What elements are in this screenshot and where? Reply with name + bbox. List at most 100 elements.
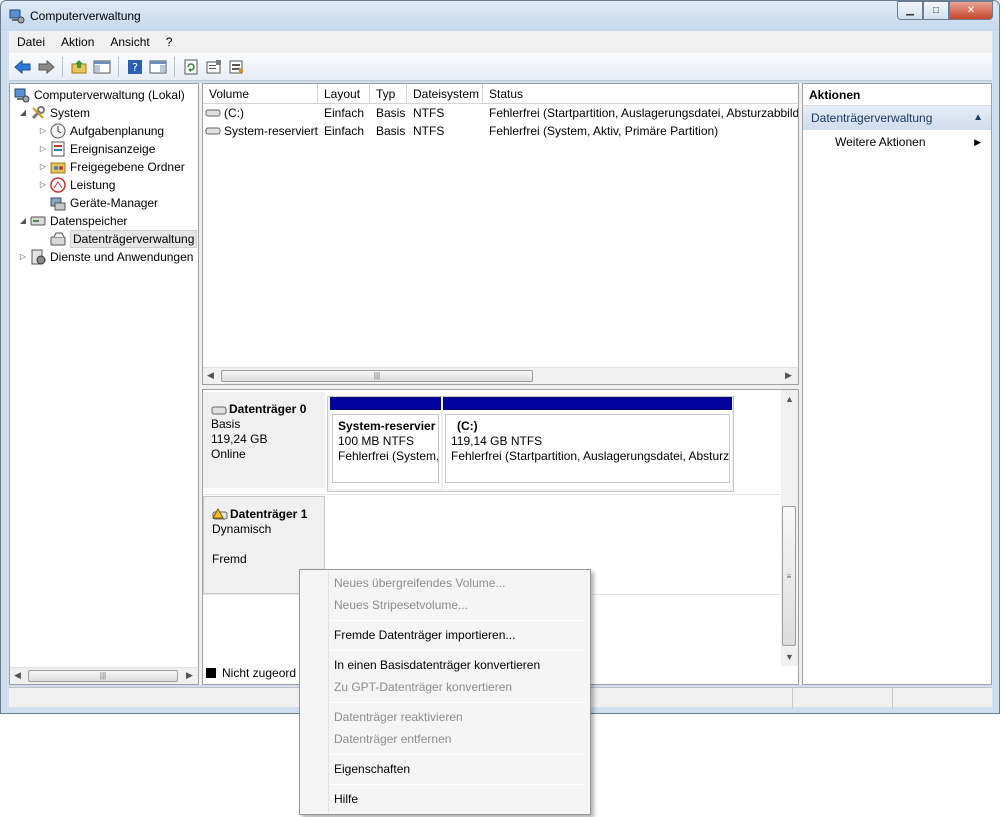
- menu-item-remove-disk[interactable]: Datenträger entfernen: [302, 729, 588, 749]
- action-more-actions[interactable]: Weitere Aktionen ▶: [803, 130, 991, 154]
- column-header-volume[interactable]: Volume: [203, 84, 318, 104]
- column-header-layout[interactable]: Layout: [318, 84, 370, 104]
- collapsed-triangle-icon[interactable]: ▷: [38, 176, 48, 194]
- scroll-right-arrow-icon[interactable]: ▶: [785, 370, 792, 381]
- back-button[interactable]: [13, 57, 33, 77]
- tree-item-label: Leistung: [70, 178, 116, 192]
- drive-icon: [205, 109, 221, 117]
- scrollbar-thumb[interactable]: |||: [28, 670, 178, 682]
- action-pane-toggle-button[interactable]: [148, 57, 168, 77]
- menu-aktion[interactable]: Aktion: [53, 31, 102, 53]
- scroll-right-arrow-icon[interactable]: ▶: [186, 670, 193, 681]
- menu-item-properties[interactable]: Eigenschaften: [302, 759, 588, 779]
- volume-name: (C:): [224, 106, 244, 120]
- close-button[interactable]: ✕: [949, 1, 993, 20]
- export-icon: [229, 60, 244, 74]
- actions-group-disk-management[interactable]: Datenträgerverwaltung ▲: [803, 106, 991, 130]
- minimize-button[interactable]: ▁: [897, 1, 923, 20]
- tree-item-shared-folders[interactable]: ▷ Freigegebene Ordner: [38, 158, 185, 176]
- menu-item-reactivate-disk[interactable]: Datenträger reaktivieren: [302, 707, 588, 727]
- collapsed-triangle-icon[interactable]: ▷: [38, 122, 48, 140]
- tree-item-services-applications[interactable]: ▷ Dienste und Anwendungen: [18, 248, 193, 266]
- services-icon: [30, 249, 46, 265]
- expanded-triangle-icon[interactable]: ◢: [18, 212, 28, 230]
- menu-help[interactable]: ?: [158, 31, 181, 53]
- column-header-type[interactable]: Typ: [370, 84, 407, 104]
- up-button[interactable]: [69, 57, 89, 77]
- disk-legend: Nicht zugeord: [202, 663, 296, 683]
- tree-item-performance[interactable]: ▷ Leistung: [38, 176, 115, 194]
- disk-type: Basis: [211, 417, 241, 431]
- tree-horizontal-scrollbar[interactable]: ◀ ||| ▶: [10, 667, 198, 684]
- tree-item-task-scheduler[interactable]: ▷ Aufgabenplanung: [38, 122, 164, 140]
- menu-separator: [330, 754, 586, 755]
- scrollbar-thumb[interactable]: ≡: [782, 506, 796, 646]
- disk-icon: [211, 406, 227, 414]
- maximize-button[interactable]: □: [923, 1, 949, 20]
- menu-separator: [330, 620, 586, 621]
- tree-item-system[interactable]: ◢ System: [18, 104, 90, 122]
- scrollbar-thumb[interactable]: |||: [221, 370, 533, 382]
- collapsed-triangle-icon[interactable]: ▷: [38, 158, 48, 176]
- show-hide-console-tree-icon: [93, 60, 111, 73]
- menu-item-import-foreign-disks[interactable]: Fremde Datenträger importieren...: [302, 625, 588, 645]
- collapsed-triangle-icon[interactable]: ▷: [38, 140, 48, 158]
- collapsed-triangle-icon[interactable]: ▷: [18, 248, 28, 266]
- disk-type: Dynamisch: [212, 522, 272, 536]
- scroll-left-arrow-icon[interactable]: ◀: [207, 370, 214, 381]
- volume-horizontal-scrollbar[interactable]: ◀ ||| ▶: [203, 367, 798, 384]
- menu-item-new-striped-volume[interactable]: Neues Stripesetvolume...: [302, 595, 588, 615]
- expanded-triangle-icon[interactable]: ◢: [18, 104, 28, 122]
- table-row[interactable]: System-reserviert Einfach Basis NTFS Feh…: [203, 122, 798, 140]
- status-cell: [793, 688, 893, 708]
- volume-type: Basis: [376, 106, 406, 120]
- column-header-filesystem[interactable]: Dateisystem: [407, 84, 483, 104]
- scroll-down-arrow-icon[interactable]: ▼: [785, 652, 794, 662]
- column-header-status[interactable]: Status: [483, 84, 798, 104]
- console-tree-toggle-button[interactable]: [92, 57, 112, 77]
- show-hide-action-pane-icon: [149, 60, 167, 73]
- tree-item-storage[interactable]: ◢ Datenspeicher: [18, 212, 127, 230]
- forward-button[interactable]: [36, 57, 56, 77]
- tree-item-label: Geräte-Manager: [70, 196, 159, 210]
- disk-warning-icon: [212, 507, 228, 519]
- export-button[interactable]: [227, 57, 247, 77]
- tree-item-label: Aufgabenplanung: [70, 124, 165, 138]
- tree-item-event-viewer[interactable]: ▷ Ereignisanzeige: [38, 140, 155, 158]
- volume-list: Volume Layout Typ Dateisystem Status (C:…: [202, 83, 799, 385]
- disk-vertical-scrollbar[interactable]: ▲ ≡ ▼: [781, 390, 798, 666]
- event-viewer-icon: [50, 141, 66, 157]
- disk-name: Datenträger 1: [230, 507, 308, 521]
- table-row[interactable]: (C:) Einfach Basis NTFS Fehlerfrei (Star…: [203, 104, 798, 122]
- menu-datei[interactable]: Datei: [9, 31, 53, 53]
- scroll-left-arrow-icon[interactable]: ◀: [14, 670, 21, 681]
- help-button[interactable]: ?: [125, 57, 145, 77]
- menu-item-convert-to-basic[interactable]: In einen Basisdatenträger konvertieren: [302, 655, 588, 675]
- partition-bar: [443, 397, 732, 410]
- partition-name: (C:): [457, 419, 478, 433]
- tree-item-disk-management[interactable]: Datenträgerverwaltung: [38, 230, 198, 248]
- legend-unallocated-label: Nicht zugeord: [222, 666, 297, 680]
- properties-button[interactable]: [204, 57, 224, 77]
- disk-0-partitions: System-reservier 100 MB NTFS Fehlerfrei …: [327, 396, 734, 492]
- disk-0-info[interactable]: Datenträger 0 Basis 119,24 GB Online: [203, 392, 325, 488]
- menu-item-convert-to-gpt[interactable]: Zu GPT-Datenträger konvertieren: [302, 677, 588, 697]
- collapse-up-icon[interactable]: ▲: [973, 106, 983, 130]
- forward-arrow-icon: [38, 59, 55, 74]
- tree-item-device-manager[interactable]: Geräte-Manager: [38, 194, 158, 212]
- menu-item-new-spanned-volume[interactable]: Neues übergreifendes Volume...: [302, 573, 588, 593]
- partition-c-drive[interactable]: (C:) 119,14 GB NTFS Fehlerfrei (Startpar…: [443, 397, 732, 489]
- title-bar[interactable]: Computerverwaltung ▁ □ ✕: [1, 1, 999, 31]
- partition-status: Fehlerfrei (Startpartition, Auslagerungs…: [451, 449, 730, 463]
- tree-item-computer-management[interactable]: Computerverwaltung (Lokal): [14, 86, 185, 104]
- computer-management-icon: [14, 87, 30, 103]
- legend-unallocated-swatch: [206, 668, 216, 678]
- refresh-button[interactable]: [181, 57, 201, 77]
- performance-icon: [50, 177, 66, 193]
- partition-system-reserved[interactable]: System-reservier 100 MB NTFS Fehlerfrei …: [330, 397, 441, 489]
- menu-ansicht[interactable]: Ansicht: [102, 31, 157, 53]
- actions-title: Aktionen: [803, 84, 991, 106]
- maximize-icon: □: [932, 5, 940, 16]
- scroll-up-arrow-icon[interactable]: ▲: [785, 394, 794, 404]
- menu-item-help[interactable]: Hilfe: [302, 789, 588, 809]
